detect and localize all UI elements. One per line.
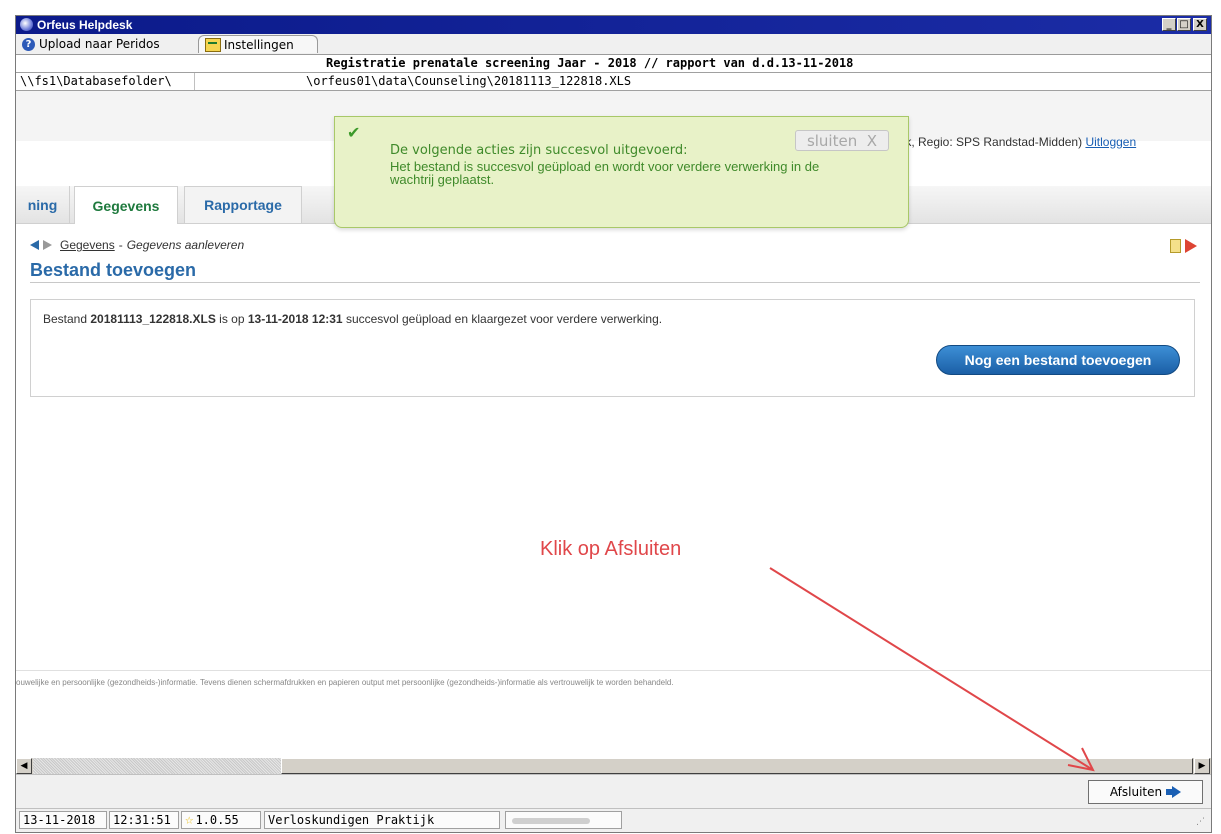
scroll-right-icon[interactable]: ▶ [1194, 758, 1210, 774]
settings-icon [205, 37, 221, 52]
status-user-redacted [505, 811, 622, 829]
result-post: succesvol geüpload en klaargezet voor ve… [342, 312, 663, 326]
tab-row: ? Upload naar Peridos Instellingen [16, 34, 1211, 55]
status-practice: Verloskundigen Praktijk [264, 811, 500, 829]
window-title: Orfeus Helpdesk [37, 18, 133, 32]
checkmark-icon: ✔ [347, 123, 361, 142]
web-content: raktijk, Regio: SPS Randstad-Midden) Uit… [16, 91, 1211, 757]
result-mid: is op [215, 312, 248, 326]
success-notification: ✔ De volgende acties zijn succesvol uitg… [334, 116, 909, 228]
annotation-text: Klik op Afsluiten [540, 538, 682, 560]
result-pre: Bestand [43, 312, 91, 326]
path-divider [194, 73, 195, 90]
notification-message: Het bestand is succesvol geüpload en wor… [390, 159, 820, 187]
breadcrumb-current: Gegevens aanleveren [126, 238, 245, 252]
result-datetime: 13-11-2018 12:31 [247, 312, 343, 326]
upload-result-panel: Bestand 20181113_122818.XLS is op 13-11-… [30, 299, 1195, 397]
close-window-button[interactable]: X [1193, 18, 1207, 31]
breadcrumb: Gegevens - Gegevens aanleveren [30, 238, 244, 252]
document-icon[interactable] [1170, 239, 1181, 253]
footer-divider [16, 670, 1211, 671]
tab-label: Instellingen [224, 37, 294, 52]
uploaded-file-path: \orfeus01\data\Counseling\20181113_12281… [306, 74, 632, 88]
minimize-button[interactable]: _ [1162, 18, 1176, 31]
scrollbar-thumb[interactable] [33, 758, 281, 774]
report-title: Registratie prenatale screening Jaar - 2… [326, 56, 854, 70]
logout-link[interactable]: Uitloggen [1085, 135, 1136, 149]
resize-grip-icon[interactable]: ⋰ [1196, 817, 1205, 827]
app-window: Orfeus Helpdesk _ □ X ? Upload naar Peri… [15, 15, 1212, 833]
database-folder-path: \\fs1\Databasefolder\ [20, 74, 172, 88]
status-time: 12:31:51 [109, 811, 179, 829]
pdf-icon[interactable] [1185, 239, 1197, 253]
tab-label: Upload naar Peridos [39, 37, 160, 51]
status-version: ☆ 1.0.55 [181, 811, 261, 829]
report-header: Registratie prenatale screening Jaar - 2… [16, 55, 1211, 73]
result-filename: 20181113_122818.XLS [90, 312, 216, 326]
scrollbar-track[interactable] [281, 758, 1193, 774]
afsluiten-label: Afsluiten [1109, 785, 1163, 799]
user-info: raktijk, Regio: SPS Randstad-Midden) Uit… [880, 135, 1136, 149]
exit-arrow-icon [1166, 786, 1182, 798]
status-date: 13-11-2018 [19, 811, 107, 829]
title-bar: Orfeus Helpdesk _ □ X [16, 16, 1211, 34]
nav-tab-gegevens[interactable]: Gegevens [74, 186, 178, 224]
close-notification-button[interactable]: sluiten X [795, 130, 889, 151]
section-title: Bestand toevoegen [30, 260, 1200, 283]
nav-tab-rapportage[interactable]: Rapportage [184, 186, 302, 223]
add-another-file-button[interactable]: Nog een bestand toevoegen [936, 345, 1180, 375]
nav-tab-planning[interactable]: ning [16, 186, 70, 223]
tab-instellingen[interactable]: Instellingen [198, 35, 318, 53]
tab-upload-naar-peridos[interactable]: ? Upload naar Peridos [18, 35, 192, 53]
user-info-text: raktijk, Regio: SPS Randstad-Midden) [880, 135, 1083, 149]
confidentiality-notice: ouwelijke en persoonlijke (gezondheids-)… [16, 678, 674, 687]
path-row: \\fs1\Databasefolder\ \orfeus01\data\Cou… [16, 73, 1211, 91]
scroll-left-icon[interactable]: ◀ [16, 758, 32, 774]
status-bar: 13-11-2018 12:31:51 ☆ 1.0.55 Verloskundig… [16, 808, 1211, 832]
bottom-bar: Afsluiten [16, 774, 1211, 809]
back-arrow-icon[interactable] [30, 240, 39, 250]
star-icon: ☆ [185, 812, 194, 828]
breadcrumb-link-gegevens[interactable]: Gegevens [60, 238, 115, 252]
maximize-button[interactable]: □ [1177, 18, 1191, 31]
breadcrumb-separator: - [118, 238, 123, 252]
forward-arrow-icon[interactable] [43, 240, 52, 250]
upload-result-text: Bestand 20181113_122818.XLS is op 13-11-… [43, 312, 662, 326]
redacted-user [512, 818, 590, 824]
notification-heading: De volgende acties zijn succesvol uitgev… [390, 143, 688, 158]
version-number: 1.0.55 [195, 813, 239, 827]
horizontal-scrollbar[interactable]: ◀ ▶ [16, 757, 1211, 774]
help-icon: ? [22, 37, 35, 51]
close-notification-label: sluiten [806, 131, 858, 150]
afsluiten-button[interactable]: Afsluiten [1088, 780, 1203, 804]
app-icon [20, 18, 33, 31]
close-x-icon: X [866, 131, 878, 150]
